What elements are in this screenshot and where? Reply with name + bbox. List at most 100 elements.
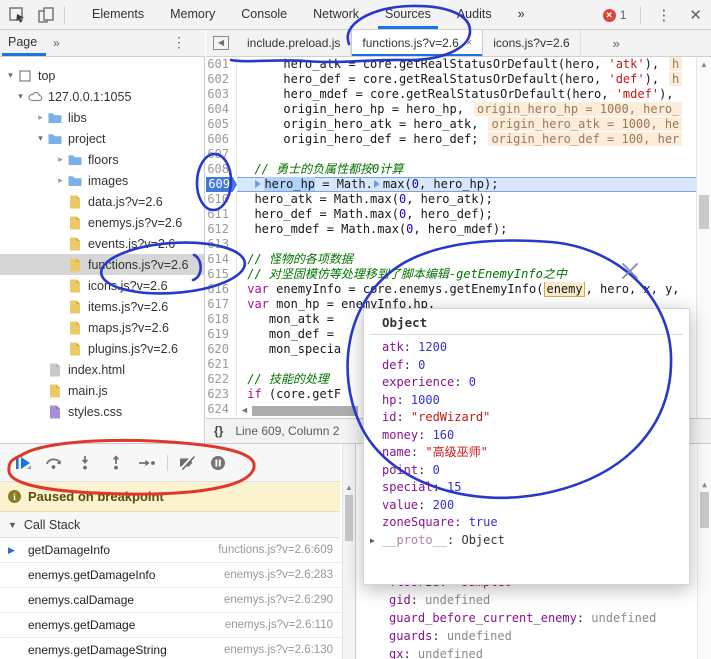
toolbar-tab-audits[interactable]: Audits — [444, 0, 505, 29]
code-text[interactable]: origin_hero_hp = hero_hp,origin_hero_hp … — [237, 102, 696, 117]
line-number[interactable]: 607 — [206, 147, 237, 162]
tree-item[interactable]: ▾project — [0, 128, 204, 149]
error-badge[interactable]: ✕ 1 — [603, 8, 627, 22]
device-toolbar-icon[interactable] — [34, 4, 58, 26]
line-number[interactable]: 621 — [206, 357, 237, 372]
line-number[interactable]: 617 — [206, 297, 237, 312]
call-stack-frame[interactable]: ▶getDamageInfofunctions.js?v=2.6:609 — [0, 538, 343, 563]
code-text[interactable]: hero_mdef = core.getRealStatusOrDefault(… — [237, 87, 696, 102]
deactivate-breakpoints-icon[interactable] — [174, 452, 200, 474]
editor-vertical-scrollbar[interactable]: ▲ — [696, 57, 711, 443]
line-number[interactable]: 618 — [206, 312, 237, 327]
scrollbar-thumb[interactable] — [345, 495, 353, 541]
call-stack-frame[interactable]: enemys.calDamageenemys.js?v=2.6:290 — [0, 588, 343, 613]
code-text[interactable]: hero_atk = core.getRealStatusOrDefault(h… — [237, 57, 696, 72]
breakpoint-line-number[interactable]: 609 — [206, 177, 237, 192]
call-stack-header[interactable]: ▼ Call Stack — [0, 512, 340, 538]
navigator-menu-icon[interactable]: ⋮ — [172, 34, 186, 51]
line-number[interactable]: 619 — [206, 327, 237, 342]
code-text[interactable]: hero_atk = Math.max(0, hero_atk); — [237, 192, 696, 207]
scroll-up-icon[interactable]: ▲ — [697, 60, 711, 69]
code-text[interactable]: origin_hero_atk = hero_atk,origin_hero_a… — [237, 117, 696, 132]
resume-icon[interactable] — [10, 452, 36, 474]
line-number[interactable]: 603 — [206, 87, 237, 102]
step-out-icon[interactable] — [103, 452, 129, 474]
line-number[interactable]: 610 — [206, 192, 237, 207]
expand-triangle-icon[interactable]: ▶ — [370, 532, 375, 550]
pause-on-exceptions-icon[interactable] — [205, 452, 231, 474]
tree-closed-arrow-icon[interactable]: ▸ — [34, 112, 47, 123]
toolbar-tab-sources[interactable]: Sources — [372, 0, 444, 29]
code-text[interactable] — [237, 237, 696, 252]
tree-open-arrow-icon[interactable]: ▾ — [34, 133, 47, 144]
tree-item[interactable]: ▸libs — [0, 107, 204, 128]
scroll-up-icon[interactable]: ▲ — [343, 483, 355, 492]
tree-closed-arrow-icon[interactable]: ▸ — [54, 154, 67, 165]
scrollbar-thumb[interactable] — [699, 195, 709, 229]
line-number[interactable]: 605 — [206, 117, 237, 132]
tree-closed-arrow-icon[interactable]: ▸ — [54, 175, 67, 186]
tree-item[interactable]: items.js?v=2.6 — [0, 296, 204, 317]
tree-item[interactable]: styles.css — [0, 401, 204, 422]
call-stack-frame[interactable]: enemys.getDamageStringenemys.js?v=2.6:13… — [0, 638, 343, 659]
inspect-element-icon[interactable] — [5, 4, 29, 26]
line-number[interactable]: 624 — [206, 402, 237, 417]
close-icon[interactable]: ✕ — [680, 6, 711, 24]
line-number[interactable]: 614 — [206, 252, 237, 267]
call-stack-frame[interactable]: enemys.getDamageInfoenemys.js?v=2.6:283 — [0, 563, 343, 588]
line-number[interactable]: 613 — [206, 237, 237, 252]
popup-property[interactable]: ▶__proto__: Object — [364, 532, 689, 550]
code-text[interactable]: hero_def = core.getRealStatusOrDefault(h… — [237, 72, 696, 87]
line-number[interactable]: 606 — [206, 132, 237, 147]
line-number[interactable]: 601 — [206, 57, 237, 72]
step-icon[interactable] — [134, 452, 160, 474]
tree-item[interactable]: functions.js?v=2.6 — [0, 254, 204, 275]
code-text[interactable] — [237, 147, 696, 162]
step-into-icon[interactable] — [72, 452, 98, 474]
code-text[interactable]: origin_hero_def = hero_def;origin_hero_d… — [237, 132, 696, 147]
scrollbar-thumb[interactable] — [252, 406, 358, 416]
toolbar-tab-memory[interactable]: Memory — [157, 0, 228, 29]
code-text[interactable]: // 怪物的各项数据 — [237, 252, 696, 267]
pretty-print-icon[interactable]: {} — [214, 424, 223, 438]
scroll-up-icon[interactable]: ▲ — [698, 480, 711, 489]
tree-open-arrow-icon[interactable]: ▾ — [14, 91, 27, 102]
editor-tab[interactable]: include.preload.js — [237, 30, 351, 56]
scrollbar-thumb[interactable] — [700, 492, 709, 528]
editor-tabs-more[interactable]: » — [599, 30, 634, 56]
show-navigator-icon[interactable]: ◀ — [213, 36, 229, 50]
line-number[interactable]: 615 — [206, 267, 237, 282]
editor-tab[interactable]: functions.js?v=2.6× — [351, 30, 483, 56]
code-text[interactable]: // 勇士的负属性都按0计算 — [237, 162, 696, 177]
more-options-icon[interactable]: ⋮ — [647, 6, 680, 24]
code-text[interactable]: hero_mdef = Math.max(0, hero_mdef); — [237, 222, 696, 237]
line-number[interactable]: 612 — [206, 222, 237, 237]
hovered-token[interactable]: enemy — [544, 282, 584, 297]
toolbar-tab-console[interactable]: Console — [228, 0, 300, 29]
scope-scrollbar[interactable]: ▲ — [697, 444, 711, 659]
line-number[interactable]: 602 — [206, 72, 237, 87]
tab-page[interactable]: Page — [8, 35, 37, 49]
tree-item[interactable]: data.js?v=2.6 — [0, 191, 204, 212]
tree-item[interactable]: ▸floors — [0, 149, 204, 170]
toolbar-tab-[interactable]: » — [505, 0, 538, 29]
close-tab-icon[interactable]: × — [466, 37, 472, 49]
toolbar-tab-network[interactable]: Network — [300, 0, 372, 29]
code-text[interactable]: var enemyInfo = core.enemys.getEnemyInfo… — [237, 282, 696, 297]
tree-item[interactable]: plugins.js?v=2.6 — [0, 338, 204, 359]
code-text[interactable]: hero_def = Math.max(0, hero_def); — [237, 207, 696, 222]
line-number[interactable]: 622 — [206, 372, 237, 387]
tree-item[interactable]: maps.js?v=2.6 — [0, 317, 204, 338]
tree-item[interactable]: ▾top — [0, 65, 204, 86]
toolbar-tab-elements[interactable]: Elements — [79, 0, 157, 29]
editor-tab[interactable]: icons.js?v=2.6 — [483, 30, 580, 56]
call-stack-frame[interactable]: enemys.getDamageenemys.js?v=2.6:110 — [0, 613, 343, 638]
line-number[interactable]: 611 — [206, 207, 237, 222]
line-number[interactable]: 616 — [206, 282, 237, 297]
tree-item[interactable]: main.js — [0, 380, 204, 401]
line-number[interactable]: 620 — [206, 342, 237, 357]
tree-item[interactable]: index.html — [0, 359, 204, 380]
tree-item[interactable]: ▸images — [0, 170, 204, 191]
debugger-scrollbar[interactable]: ▲ — [342, 444, 355, 659]
code-text[interactable]: // 对坚固模仿等处理移到了脚本编辑-getEnemyInfo之中 — [237, 267, 696, 282]
